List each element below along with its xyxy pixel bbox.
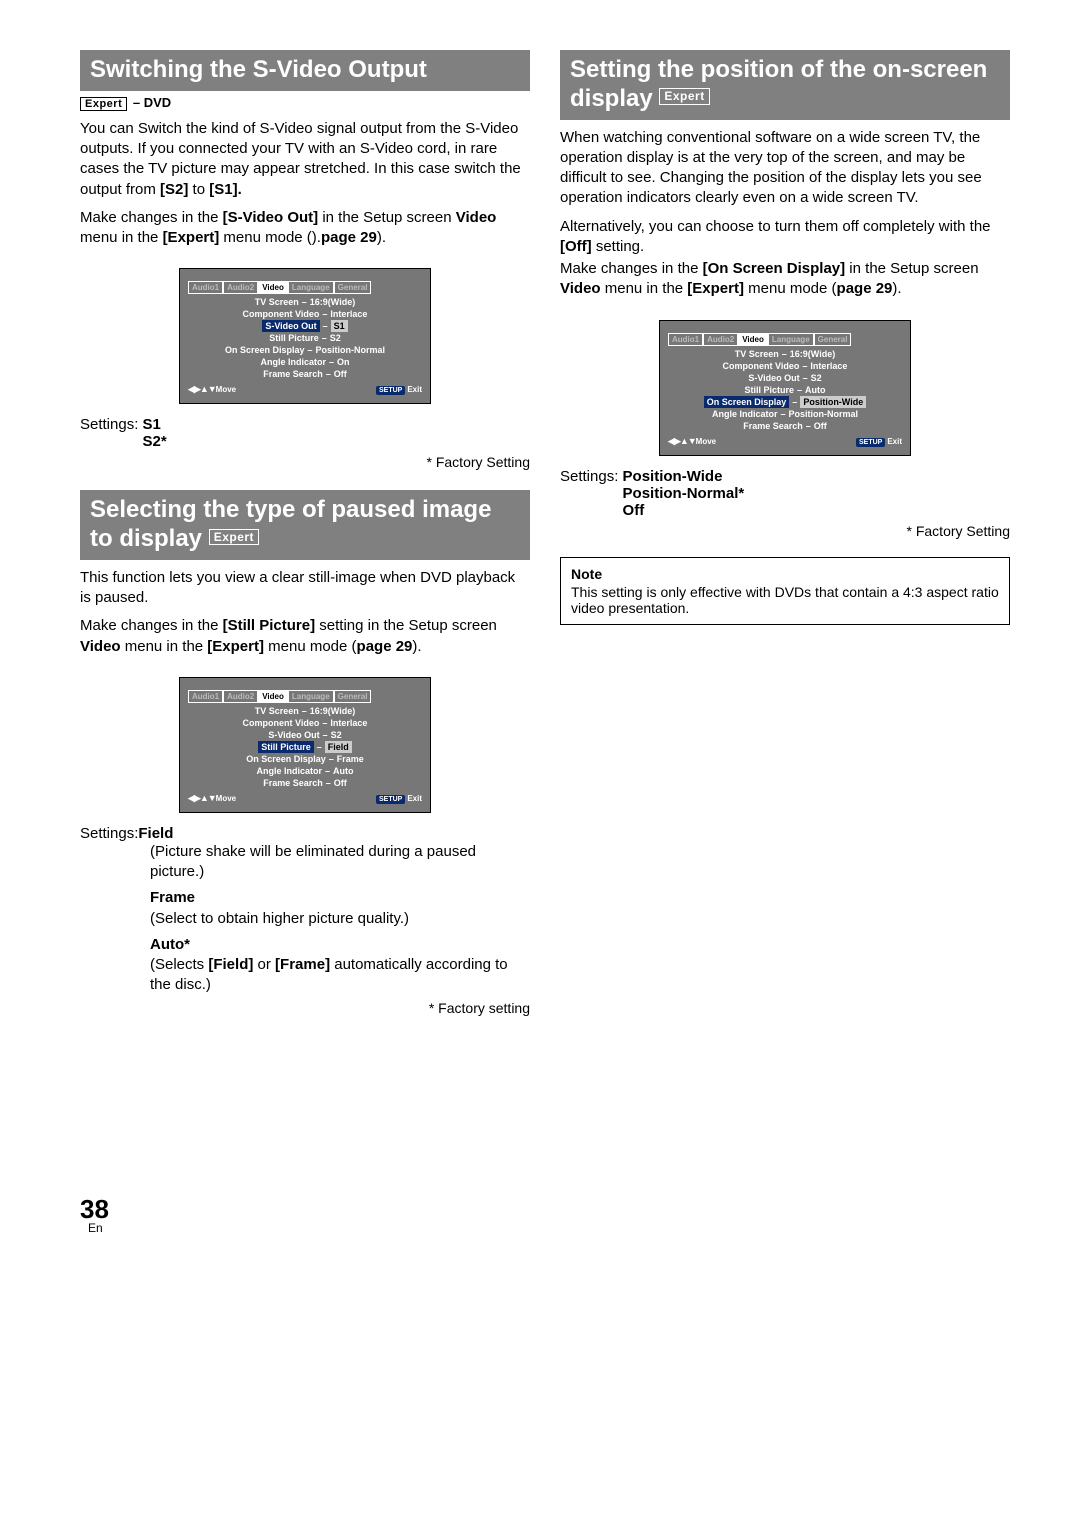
section-header-osd: Setting the position of the on-screen di… <box>560 50 1010 120</box>
arrow-icons: ◀▶▲▼ <box>188 384 216 394</box>
tab-audio2: Audio2 <box>223 281 258 294</box>
setup-line: Component Video–Interlace <box>188 308 422 320</box>
tab-audio1: Audio1 <box>188 281 223 294</box>
tab-general: General <box>334 281 372 294</box>
opt-field-desc: (Picture shake will be eliminated during… <box>150 842 530 996</box>
setup-line-highlight: On Screen Display–Position-Wide <box>668 396 902 408</box>
page-lang: En <box>88 1222 1010 1234</box>
setup-screen-still: Audio1 Audio2 Video Language General TV … <box>179 677 431 813</box>
setup-line: TV Screen–16:9(Wide) <box>668 348 902 360</box>
svideo-settings: Settings: S1 S2* <box>80 416 530 450</box>
tab-general: General <box>814 333 852 346</box>
tab-language: Language <box>288 281 334 294</box>
setup-line: On Screen Display–Position-Normal <box>188 344 422 356</box>
tab-video: Video <box>738 333 768 346</box>
expert-dvd-badge-line: Expert – DVD <box>80 95 530 111</box>
osd-para2: Alternatively, you can choose to turn th… <box>560 217 1010 258</box>
setup-line-highlight: S-Video Out–S1 <box>188 320 422 332</box>
setup-line-highlight: Still Picture–Field <box>188 741 422 753</box>
tab-audio1: Audio1 <box>188 690 223 703</box>
setup-line: Frame Search–Off <box>188 777 422 789</box>
still-settings: Settings: Field <box>80 825 530 842</box>
factory-setting-note: * Factory Setting <box>560 523 1010 539</box>
factory-setting-note: * Factory setting <box>80 1000 530 1016</box>
osd-para1: When watching conventional software on a… <box>560 128 1010 209</box>
section-title: Selecting the type of paused image to di… <box>90 496 491 552</box>
setup-button-icon: SETUP <box>376 386 405 395</box>
setup-tabs: Audio1 Audio2 Video Language General <box>188 281 422 294</box>
factory-setting-note: * Factory Setting <box>80 454 530 470</box>
tab-video: Video <box>258 281 288 294</box>
setup-screen-svideo: Audio1 Audio2 Video Language General TV … <box>179 268 431 404</box>
svideo-para1: You can Switch the kind of S-Video signa… <box>80 119 530 200</box>
setup-screen-osd: Audio1 Audio2 Video Language General TV … <box>659 320 911 456</box>
setup-line: Still Picture–S2 <box>188 332 422 344</box>
still-para1: This function lets you view a clear stil… <box>80 568 530 609</box>
setup-line: Still Picture–Auto <box>668 384 902 396</box>
expert-badge: Expert <box>80 97 127 111</box>
setup-footer: ◀▶▲▼Move SETUPExit <box>668 436 902 447</box>
setup-footer: ◀▶▲▼Move SETUPExit <box>188 793 422 804</box>
setup-line: Component Video–Interlace <box>668 360 902 372</box>
expert-badge: Expert <box>209 529 259 545</box>
setup-line: S-Video Out–S2 <box>668 372 902 384</box>
setup-line: Frame Search–Off <box>668 420 902 432</box>
setup-footer: ◀▶▲▼Move SETUPExit <box>188 384 422 395</box>
arrow-icons: ◀▶▲▼ <box>668 436 696 446</box>
tab-audio2: Audio2 <box>703 333 738 346</box>
section-header-still: Selecting the type of paused image to di… <box>80 490 530 560</box>
svideo-para2: Make changes in the [S-Video Out] in the… <box>80 208 530 249</box>
tab-general: General <box>334 690 372 703</box>
setup-button-icon: SETUP <box>376 795 405 804</box>
setup-line: TV Screen–16:9(Wide) <box>188 705 422 717</box>
tab-language: Language <box>768 333 814 346</box>
setup-line: Angle Indicator–Auto <box>188 765 422 777</box>
setup-line: TV Screen–16:9(Wide) <box>188 296 422 308</box>
osd-settings: Settings: Position-Wide Position-Normal*… <box>560 468 1010 519</box>
note-body: This setting is only effective with DVDs… <box>571 584 999 616</box>
setup-tabs: Audio1 Audio2 Video Language General <box>188 690 422 703</box>
section-header-svideo: Switching the S-Video Output <box>80 50 530 91</box>
setup-line: Frame Search–Off <box>188 368 422 380</box>
right-column: Setting the position of the on-screen di… <box>560 50 1010 1016</box>
left-column: Switching the S-Video Output Expert – DV… <box>80 50 530 1016</box>
setup-line: On Screen Display–Frame <box>188 753 422 765</box>
tab-audio2: Audio2 <box>223 690 258 703</box>
tab-language: Language <box>288 690 334 703</box>
section-title: Setting the position of the on-screen di… <box>570 56 987 112</box>
setup-button-icon: SETUP <box>856 438 885 447</box>
section-title: Switching the S-Video Output <box>90 56 427 83</box>
page-number: 38 En <box>80 1196 1010 1234</box>
setup-line: S-Video Out–S2 <box>188 729 422 741</box>
tab-video: Video <box>258 690 288 703</box>
still-para2: Make changes in the [Still Picture] sett… <box>80 616 530 657</box>
note-box: Note This setting is only effective with… <box>560 557 1010 625</box>
tab-audio1: Audio1 <box>668 333 703 346</box>
manual-page: Switching the S-Video Output Expert – DV… <box>0 0 1080 1264</box>
expert-badge: Expert <box>659 88 709 104</box>
osd-para3: Make changes in the [On Screen Display] … <box>560 259 1010 300</box>
note-title: Note <box>571 566 999 582</box>
setup-line: Angle Indicator–Position-Normal <box>668 408 902 420</box>
setup-line: Component Video–Interlace <box>188 717 422 729</box>
arrow-icons: ◀▶▲▼ <box>188 793 216 803</box>
badge-suffix: – DVD <box>129 95 171 110</box>
setup-tabs: Audio1 Audio2 Video Language General <box>668 333 902 346</box>
setup-line: Angle Indicator–On <box>188 356 422 368</box>
